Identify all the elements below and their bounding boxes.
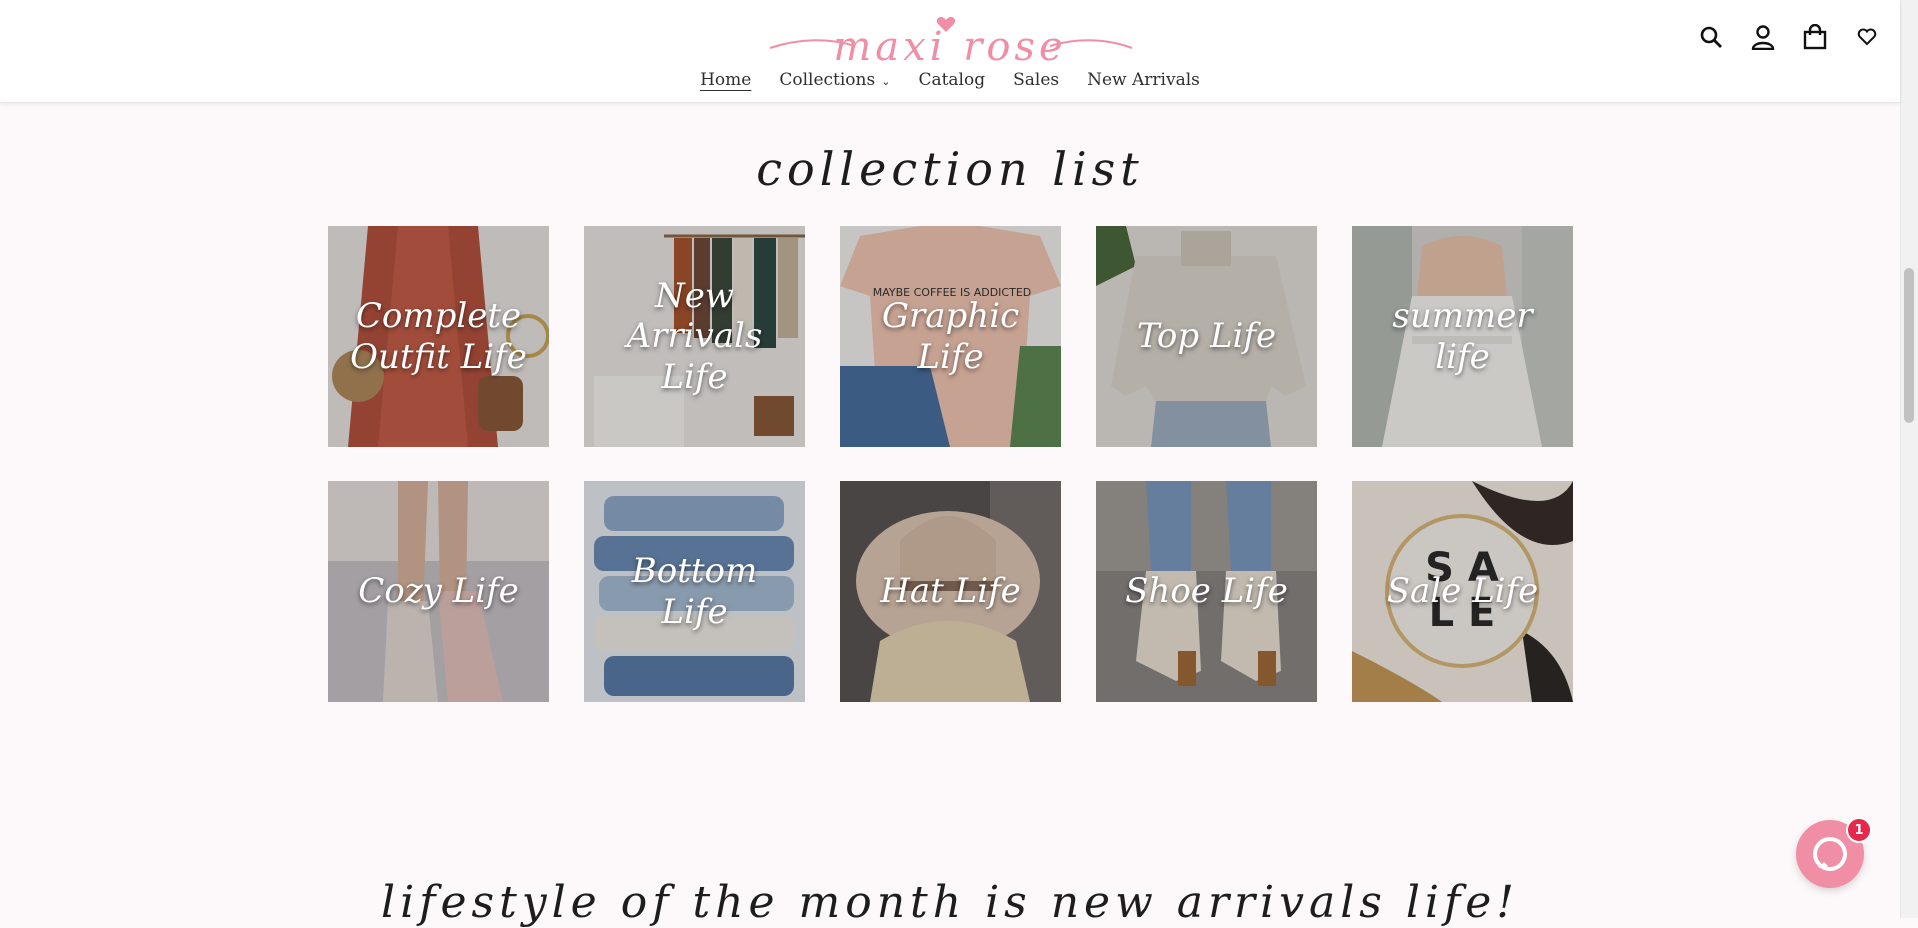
page-scrollbar-track[interactable] (1900, 0, 1918, 918)
collection-list-title: collection list (756, 142, 1144, 197)
tile-label: Complete Outfit Life (350, 296, 527, 377)
nav-collections-label: Collections (779, 70, 876, 90)
nav-catalog-label: Catalog (918, 70, 986, 90)
tile-label: Shoe Life (1125, 571, 1288, 612)
tile-label: Sale Life (1386, 571, 1539, 612)
logo-text: maxi rose (833, 24, 1066, 70)
maxi-rose-logo[interactable]: maxi rose (760, 8, 1140, 74)
page-scrollbar-thumb[interactable] (1904, 268, 1914, 423)
collection-tile-top-life[interactable]: Top Life (1096, 226, 1317, 447)
lifestyle-title: lifestyle of the month is new arrivals l… (381, 876, 1519, 928)
chat-notification-badge: 1 (1846, 817, 1872, 843)
search-icon[interactable] (1696, 22, 1726, 52)
collection-grid: Complete Outfit Life New Arrivals Life M… (328, 226, 1573, 702)
nav-new-arrivals-label: New Arrivals (1087, 70, 1200, 90)
collection-tile-hat-life[interactable]: Hat Life (840, 481, 1061, 702)
tile-label: Top Life (1136, 316, 1277, 357)
tile-label: Hat Life (880, 571, 1021, 612)
site-header: maxi rose Home Collections ⌄ Catalog Sal… (0, 0, 1900, 103)
collection-tile-bottom-life[interactable]: Bottom Life (584, 481, 805, 702)
nav-sales[interactable]: Sales (1013, 68, 1059, 92)
collection-tile-summer-life[interactable]: summer life (1352, 226, 1573, 447)
nav-home-label: Home (700, 70, 752, 90)
tile-label: summer life (1392, 296, 1533, 377)
collection-tile-cozy-life[interactable]: Cozy Life (328, 481, 549, 702)
collection-tile-graphic-life[interactable]: MAYBE COFFEE IS ADDICTED Graphic Life (840, 226, 1061, 447)
collection-tile-new-arrivals-life[interactable]: New Arrivals Life (584, 226, 805, 447)
tile-label: Bottom Life (631, 551, 758, 632)
nav-new-arrivals[interactable]: New Arrivals (1087, 68, 1200, 92)
nav-home[interactable]: Home (700, 68, 751, 92)
tile-label: Graphic Life (881, 296, 1020, 377)
cart-icon[interactable] (1800, 22, 1830, 52)
tile-label: New Arrivals Life (626, 276, 763, 397)
wishlist-icon[interactable] (1852, 22, 1882, 52)
collection-tile-sale-life[interactable]: S A L E Sale Life (1352, 481, 1573, 702)
nav-catalog[interactable]: Catalog (918, 68, 985, 92)
collection-tile-complete-outfit-life[interactable]: Complete Outfit Life (328, 226, 549, 447)
collection-tile-shoe-life[interactable]: Shoe Life (1096, 481, 1317, 702)
header-actions (1696, 22, 1882, 52)
chevron-down-icon: ⌄ (881, 75, 891, 88)
nav-sales-label: Sales (1013, 70, 1060, 90)
chat-bubble-icon (1813, 837, 1847, 871)
tile-label: Cozy Life (358, 571, 519, 612)
nav-collections[interactable]: Collections ⌄ (779, 68, 890, 92)
account-icon[interactable] (1748, 22, 1778, 52)
main-nav: Home Collections ⌄ Catalog Sales New Arr… (0, 68, 1900, 92)
